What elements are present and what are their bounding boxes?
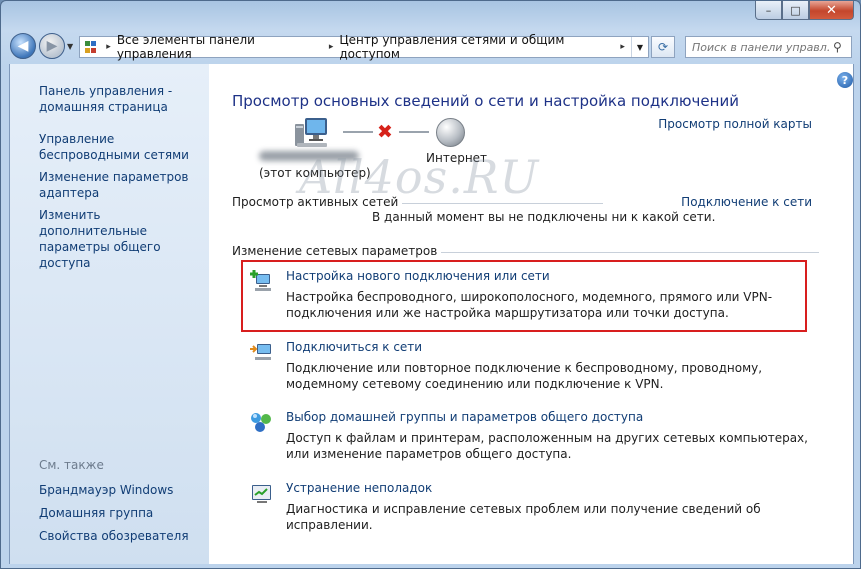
disconnected-x-icon: ✖ xyxy=(377,121,393,143)
back-arrow-icon: ◀ xyxy=(17,38,29,54)
sidebar-item-wireless[interactable]: Управление беспроводными сетями xyxy=(39,131,209,163)
troubleshoot-link[interactable]: Устранение неполадок xyxy=(286,481,432,495)
sidebar-item-adapter[interactable]: Изменение параметров адаптера xyxy=(39,169,209,201)
caption-buttons: – □ ✕ xyxy=(755,1,854,20)
breadcrumb-separator-icon[interactable]: ▸ xyxy=(620,42,625,52)
control-panel-window: – □ ✕ ◀ ▶ ▼ ▸ Все элементы панели управл… xyxy=(0,0,861,569)
change-settings-heading: Изменение сетевых параметров xyxy=(232,244,442,258)
address-bar[interactable]: ▸ Все элементы панели управления ▸ Центр… xyxy=(79,33,649,61)
new-connection-icon xyxy=(250,270,271,291)
task-description: Настройка беспроводного, широкополосного… xyxy=(286,290,773,320)
connect-network-icon xyxy=(250,344,271,360)
search-box[interactable]: ⚲ xyxy=(685,36,852,58)
network-link-line xyxy=(343,131,373,133)
see-also-heading: См. также xyxy=(39,458,104,472)
maximize-button[interactable]: □ xyxy=(782,1,809,20)
connect-to-network-task-link[interactable]: Подключиться к сети xyxy=(286,340,422,354)
main-content: ? Просмотр основных сведений о сети и на… xyxy=(209,64,854,564)
refresh-button[interactable]: ⟳ xyxy=(651,36,675,58)
homegroup-sharing-link[interactable]: Выбор домашней группы и параметров общег… xyxy=(286,410,643,424)
full-map-link[interactable]: Просмотр полной карты xyxy=(658,117,812,131)
network-link-line xyxy=(399,131,429,133)
not-connected-text: В данный момент вы не подключены ни к ка… xyxy=(372,210,716,224)
setup-new-connection-link[interactable]: Настройка нового подключения или сети xyxy=(286,269,550,283)
task-description: Подключение или повторное подключение к … xyxy=(286,361,763,391)
see-also-homegroup[interactable]: Домашняя группа xyxy=(39,505,209,521)
sidebar-item-home[interactable]: Панель управления - домашняя страница xyxy=(39,83,209,115)
sidebar: Панель управления - домашняя страница Уп… xyxy=(9,64,209,564)
computer-icon[interactable] xyxy=(293,116,329,150)
breadcrumb-separator-icon[interactable]: ▸ xyxy=(329,42,334,52)
minimize-button[interactable]: – xyxy=(755,1,782,20)
search-icon[interactable]: ⚲ xyxy=(833,40,842,54)
search-input[interactable] xyxy=(686,40,831,54)
recent-pages-dropdown[interactable]: ▼ xyxy=(67,42,73,51)
breadcrumb-separator-icon[interactable]: ▸ xyxy=(106,42,111,52)
active-networks-heading: Просмотр активных сетей xyxy=(232,195,403,209)
forward-arrow-icon: ▶ xyxy=(46,38,58,54)
forward-button[interactable]: ▶ xyxy=(39,33,65,59)
see-also-internet-options[interactable]: Свойства обозревателя xyxy=(39,528,209,544)
task-description: Доступ к файлам и принтерам, расположенн… xyxy=(286,431,808,461)
see-also-firewall[interactable]: Брандмауэр Windows xyxy=(39,482,209,498)
breadcrumb-network-center[interactable]: Центр управления сетями и общим доступом xyxy=(339,33,614,61)
back-button[interactable]: ◀ xyxy=(10,33,36,59)
breadcrumb-all-items[interactable]: Все элементы панели управления xyxy=(117,33,323,61)
help-button[interactable]: ? xyxy=(837,72,853,88)
task-description: Диагностика и исправление сетевых пробле… xyxy=(286,502,761,532)
window-bottom-frame xyxy=(1,564,860,568)
control-panel-icon xyxy=(83,39,100,55)
internet-globe-icon[interactable] xyxy=(436,118,465,147)
homegroup-icon xyxy=(251,413,271,432)
sidebar-item-sharing[interactable]: Изменить дополнительные параметры общего… xyxy=(39,207,209,271)
address-dropdown-button[interactable]: ▼ xyxy=(630,37,648,57)
page-title: Просмотр основных сведений о сети и наст… xyxy=(232,92,739,110)
navigation-bar: ◀ ▶ ▼ ▸ Все элементы панели управления ▸… xyxy=(1,31,860,63)
troubleshoot-icon xyxy=(252,485,271,503)
close-button[interactable]: ✕ xyxy=(809,1,854,20)
refresh-icon: ⟳ xyxy=(657,40,669,54)
chevron-down-icon: ▼ xyxy=(636,42,643,52)
connect-to-network-link[interactable]: Подключение к сети xyxy=(681,195,812,209)
